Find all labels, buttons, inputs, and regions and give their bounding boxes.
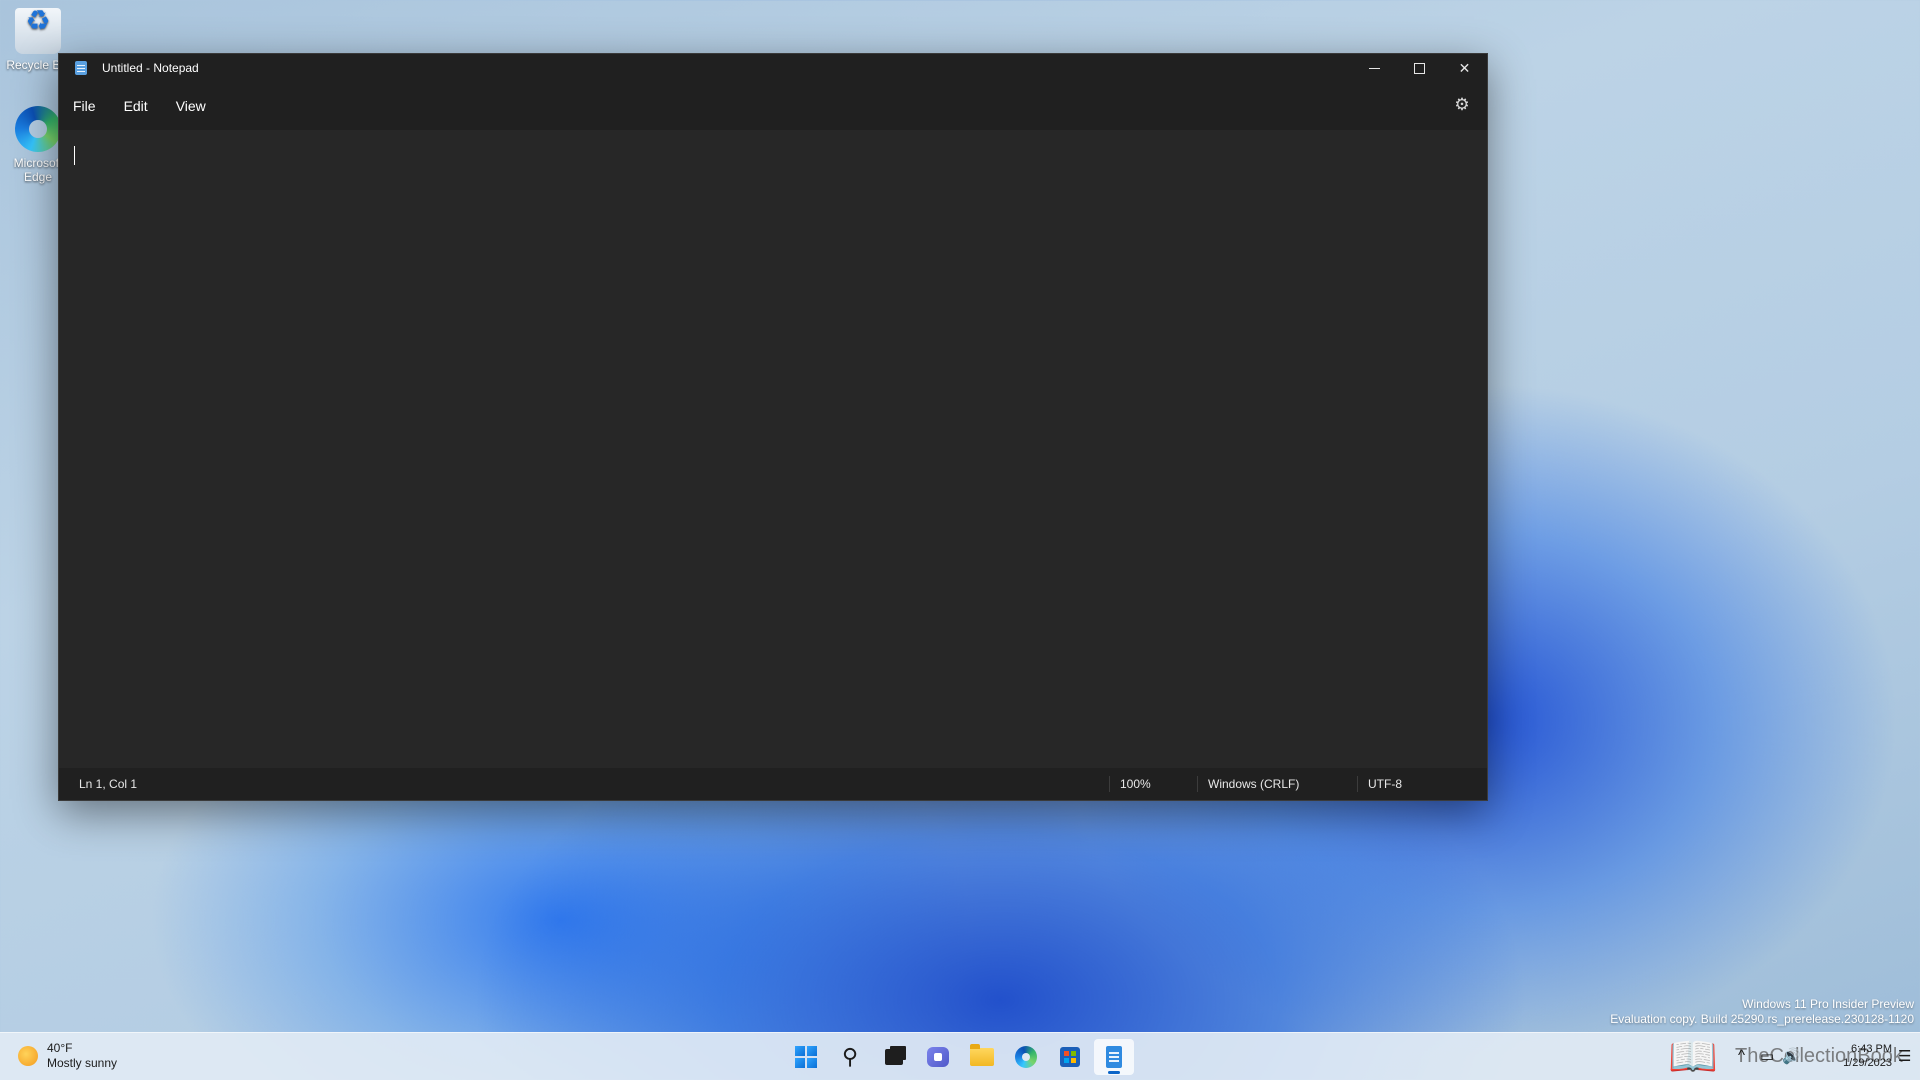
notepad-icon bbox=[1106, 1046, 1122, 1068]
chat-button[interactable] bbox=[918, 1039, 958, 1075]
notepad-icon bbox=[75, 61, 87, 75]
menu-view[interactable]: View bbox=[162, 92, 220, 120]
chat-icon bbox=[927, 1047, 949, 1067]
gear-icon: ⚙ bbox=[1454, 95, 1470, 114]
menu-file[interactable]: File bbox=[59, 92, 110, 120]
title-bar[interactable]: Untitled - Notepad ✕ bbox=[59, 54, 1487, 82]
status-bar: Ln 1, Col 1 100% Windows (CRLF) UTF-8 bbox=[59, 768, 1487, 800]
store-icon bbox=[1060, 1047, 1080, 1067]
store-button[interactable] bbox=[1050, 1039, 1090, 1075]
maximize-button[interactable] bbox=[1397, 54, 1442, 82]
book-icon: 📖 bbox=[1668, 1035, 1718, 1079]
start-button[interactable] bbox=[786, 1039, 826, 1075]
folder-icon bbox=[970, 1044, 994, 1066]
file-explorer-button[interactable] bbox=[962, 1039, 1002, 1075]
watermark-line-2: Evaluation copy. Build 25290.rs_prerelea… bbox=[1610, 1012, 1914, 1026]
text-editor[interactable] bbox=[59, 130, 1487, 768]
maximize-icon bbox=[1414, 62, 1425, 74]
task-view-button[interactable] bbox=[874, 1039, 914, 1075]
windows-logo-icon bbox=[795, 1046, 817, 1068]
clock-time: 6:43 PM bbox=[1851, 1043, 1892, 1055]
volume-icon[interactable]: 🔊 bbox=[1782, 1047, 1801, 1065]
notepad-window: Untitled - Notepad ✕ File Edit View ⚙ Ln… bbox=[58, 53, 1488, 801]
sun-icon bbox=[18, 1046, 38, 1066]
edge-icon bbox=[15, 106, 61, 152]
edge-taskbar-button[interactable] bbox=[1006, 1039, 1046, 1075]
notification-icon[interactable]: ☰ bbox=[1898, 1047, 1911, 1065]
status-divider bbox=[1197, 776, 1198, 792]
minimize-icon bbox=[1369, 67, 1380, 69]
clock-date: 1/29/2023 bbox=[1843, 1057, 1892, 1069]
notepad-taskbar-button[interactable] bbox=[1094, 1039, 1134, 1075]
close-button[interactable]: ✕ bbox=[1442, 54, 1487, 82]
weather-temp: 40°F bbox=[47, 1041, 73, 1055]
minimize-button[interactable] bbox=[1352, 54, 1397, 82]
edge-icon bbox=[1015, 1046, 1037, 1068]
encoding: UTF-8 bbox=[1368, 777, 1402, 791]
line-ending: Windows (CRLF) bbox=[1208, 777, 1300, 791]
task-view-icon bbox=[885, 1049, 903, 1065]
recycle-bin-icon bbox=[15, 8, 61, 54]
chevron-up-icon[interactable]: ^ bbox=[1738, 1047, 1745, 1064]
evaluation-watermark: Windows 11 Pro Insider Preview Evaluatio… bbox=[1610, 997, 1914, 1027]
settings-button[interactable]: ⚙ bbox=[1453, 96, 1471, 114]
weather-condition: Mostly sunny bbox=[47, 1056, 118, 1070]
network-icon[interactable]: ▭ bbox=[1760, 1047, 1774, 1065]
taskbar-apps: ⚲ bbox=[786, 1039, 1138, 1075]
close-icon: ✕ bbox=[1458, 59, 1471, 76]
status-divider bbox=[1357, 776, 1358, 792]
search-button[interactable]: ⚲ bbox=[830, 1039, 870, 1075]
window-controls: ✕ bbox=[1352, 54, 1487, 82]
search-icon: ⚲ bbox=[841, 1044, 859, 1069]
watermark-line-1: Windows 11 Pro Insider Preview bbox=[1742, 997, 1914, 1011]
window-title: Untitled - Notepad bbox=[102, 61, 199, 75]
zoom-level: 100% bbox=[1120, 777, 1151, 791]
clock[interactable]: 6:43 PM 1/29/2023 bbox=[1812, 1042, 1892, 1070]
taskbar: 40°F Mostly sunny ⚲ 📖 TheCollectionBook … bbox=[0, 1032, 1920, 1080]
text-caret bbox=[74, 146, 75, 165]
weather-widget[interactable]: 40°F Mostly sunny bbox=[18, 1041, 117, 1071]
menu-bar: File Edit View ⚙ bbox=[59, 82, 1487, 130]
cursor-position: Ln 1, Col 1 bbox=[79, 777, 138, 791]
menu-edit[interactable]: Edit bbox=[110, 92, 162, 120]
status-divider bbox=[1109, 776, 1110, 792]
